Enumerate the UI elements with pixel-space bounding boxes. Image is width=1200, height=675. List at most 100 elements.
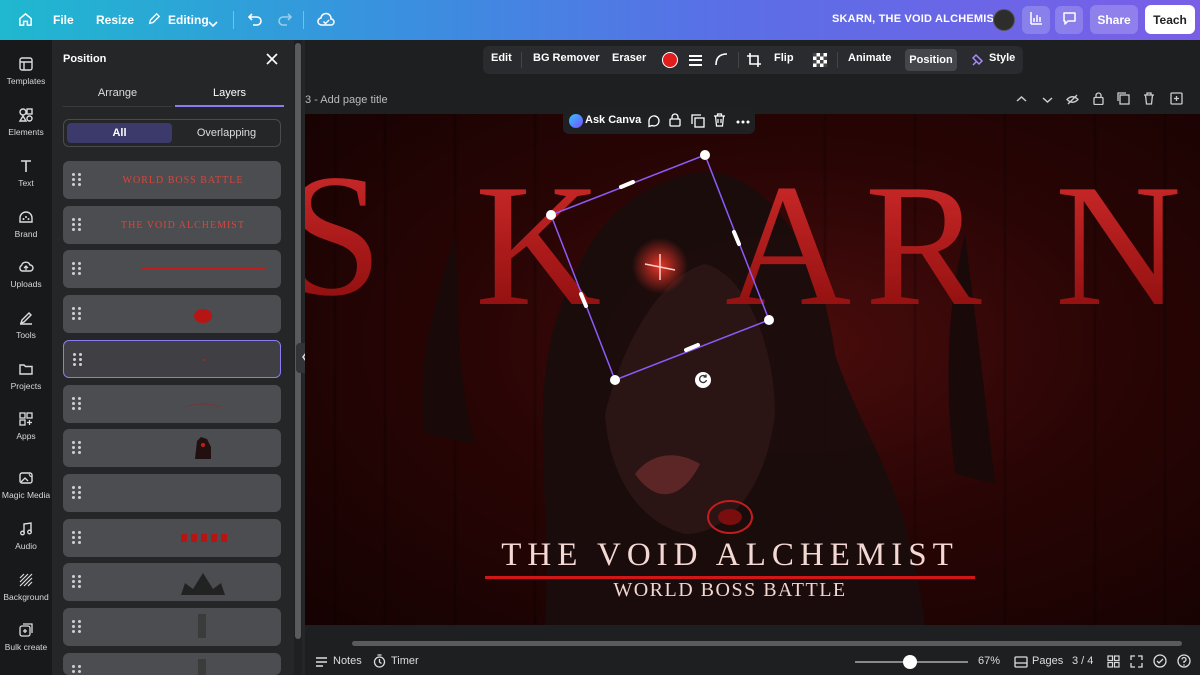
delete-page-icon[interactable] [1143, 92, 1155, 110]
timer-button[interactable]: Timer [391, 655, 419, 667]
layer-item[interactable] [63, 340, 281, 378]
rail-item-bulk-create[interactable]: Bulk create [0, 622, 52, 652]
layer-item[interactable] [63, 608, 281, 646]
templates-icon [19, 57, 33, 71]
rail-item-magic-media[interactable]: Magic Media [0, 470, 52, 500]
rail-item-brand[interactable]: Brand [0, 209, 52, 239]
drag-handle-icon[interactable] [72, 307, 82, 321]
cloud-saved-icon[interactable] [317, 12, 335, 32]
design-artboard[interactable]: S K A R N THE VOID ALCHEMIST WORLD BOSS … [305, 114, 1200, 625]
rail-item-projects[interactable]: Projects [0, 361, 52, 391]
avatar[interactable] [993, 9, 1015, 31]
position-button[interactable]: Position [905, 49, 957, 71]
fullscreen-icon[interactable] [1130, 655, 1143, 673]
notes-button[interactable]: Notes [333, 655, 362, 667]
layer-item[interactable] [63, 295, 281, 333]
style-button[interactable]: Style [989, 52, 1015, 64]
filter-overlapping-button[interactable]: Overlapping [174, 123, 279, 143]
grid-view-icon[interactable] [1107, 655, 1120, 673]
redo-icon[interactable] [277, 12, 293, 32]
transparency-icon[interactable] [813, 53, 827, 72]
layer-item[interactable]: THE VOID ALCHEMIST [63, 206, 281, 244]
selection-frame[interactable] [305, 114, 1200, 625]
filter-all-button[interactable]: All [67, 123, 172, 143]
drag-handle-icon[interactable] [72, 173, 82, 187]
horizontal-scrollbar[interactable] [352, 641, 1182, 646]
color-swatch[interactable] [662, 52, 678, 68]
hide-page-icon[interactable] [1066, 92, 1079, 110]
teach-button[interactable]: Teach [1145, 5, 1195, 34]
check-circle-icon[interactable] [1153, 654, 1167, 673]
rail-item-tools[interactable]: Tools [0, 310, 52, 340]
comments-button[interactable] [1055, 6, 1083, 34]
resize-button[interactable]: Resize [96, 13, 134, 27]
drag-handle-icon[interactable] [72, 441, 82, 455]
layer-item[interactable] [63, 563, 281, 601]
drag-handle-icon[interactable] [72, 531, 82, 545]
drag-handle-icon[interactable] [72, 620, 82, 634]
rail-item-templates[interactable]: Templates [0, 56, 52, 86]
chevron-down-icon[interactable] [1042, 92, 1053, 110]
layer-item[interactable] [63, 519, 281, 557]
duplicate-icon[interactable] [691, 114, 705, 133]
close-icon[interactable] [266, 52, 278, 70]
zoom-level[interactable]: 67% [978, 655, 1000, 667]
layer-item[interactable] [63, 429, 281, 467]
crop-icon[interactable] [747, 53, 761, 72]
drag-handle-icon[interactable] [72, 262, 82, 276]
rail-item-elements[interactable]: Elements [0, 107, 52, 137]
trash-icon[interactable] [713, 113, 726, 132]
pages-icon [1014, 655, 1028, 673]
page-title[interactable]: 3 - Add page title [305, 94, 388, 106]
add-page-icon[interactable] [1170, 92, 1183, 110]
layer-item[interactable] [63, 250, 281, 288]
ask-canva-button[interactable]: Ask Canva [585, 114, 641, 126]
flip-button[interactable]: Flip [774, 52, 794, 64]
undo-icon[interactable] [247, 12, 263, 32]
animate-button[interactable]: Animate [848, 52, 891, 64]
layer-item[interactable] [63, 385, 281, 423]
layer-item[interactable] [63, 474, 281, 512]
layer-item[interactable] [63, 653, 281, 675]
drag-handle-icon[interactable] [72, 486, 82, 500]
insights-button[interactable] [1022, 6, 1050, 34]
layer-item[interactable]: WORLD BOSS BATTLE [63, 161, 281, 199]
duplicate-page-icon[interactable] [1117, 92, 1130, 110]
document-title[interactable]: SKARN, THE VOID ALCHEMIST [832, 13, 1001, 25]
drag-handle-icon[interactable] [72, 218, 82, 232]
layer-thumbnail [93, 429, 273, 467]
layer-filter: All Overlapping [63, 119, 281, 147]
help-icon[interactable] [1177, 654, 1191, 673]
zoom-slider-knob[interactable] [903, 655, 917, 669]
rail-item-uploads[interactable]: Uploads [0, 259, 52, 289]
rail-item-apps[interactable]: Apps [0, 411, 52, 441]
lock-icon[interactable] [669, 113, 681, 132]
line-weight-icon[interactable] [689, 54, 702, 72]
rotate-handle[interactable] [695, 372, 711, 388]
corner-rounding-icon[interactable] [715, 53, 728, 71]
bg-remover-button[interactable]: BG Remover [533, 52, 600, 64]
page-counter[interactable]: 3 / 4 [1072, 655, 1093, 667]
scrollbar-thumb[interactable] [295, 43, 301, 639]
eraser-button[interactable]: Eraser [612, 52, 646, 64]
drag-handle-icon[interactable] [73, 353, 83, 367]
rail-item-audio[interactable]: Audio [0, 521, 52, 551]
lock-icon[interactable] [1093, 92, 1104, 110]
tab-layers[interactable]: Layers [175, 81, 284, 107]
share-button[interactable]: Share [1090, 5, 1138, 34]
tab-arrange[interactable]: Arrange [63, 81, 172, 107]
editing-mode-button[interactable]: Editing [168, 13, 209, 27]
rail-item-text[interactable]: Text [0, 158, 52, 188]
more-options-icon[interactable] [736, 115, 750, 133]
layer-preview-graphic [184, 403, 222, 408]
home-icon[interactable] [18, 12, 33, 32]
file-menu[interactable]: File [53, 13, 74, 27]
comment-add-icon[interactable] [647, 114, 661, 133]
chevron-up-icon[interactable] [1016, 92, 1027, 110]
pages-button[interactable]: Pages [1032, 655, 1063, 667]
edit-button[interactable]: Edit [491, 52, 512, 64]
drag-handle-icon[interactable] [72, 575, 82, 589]
rail-item-background[interactable]: Background [0, 572, 52, 602]
drag-handle-icon[interactable] [72, 397, 82, 411]
drag-handle-icon[interactable] [72, 665, 82, 675]
